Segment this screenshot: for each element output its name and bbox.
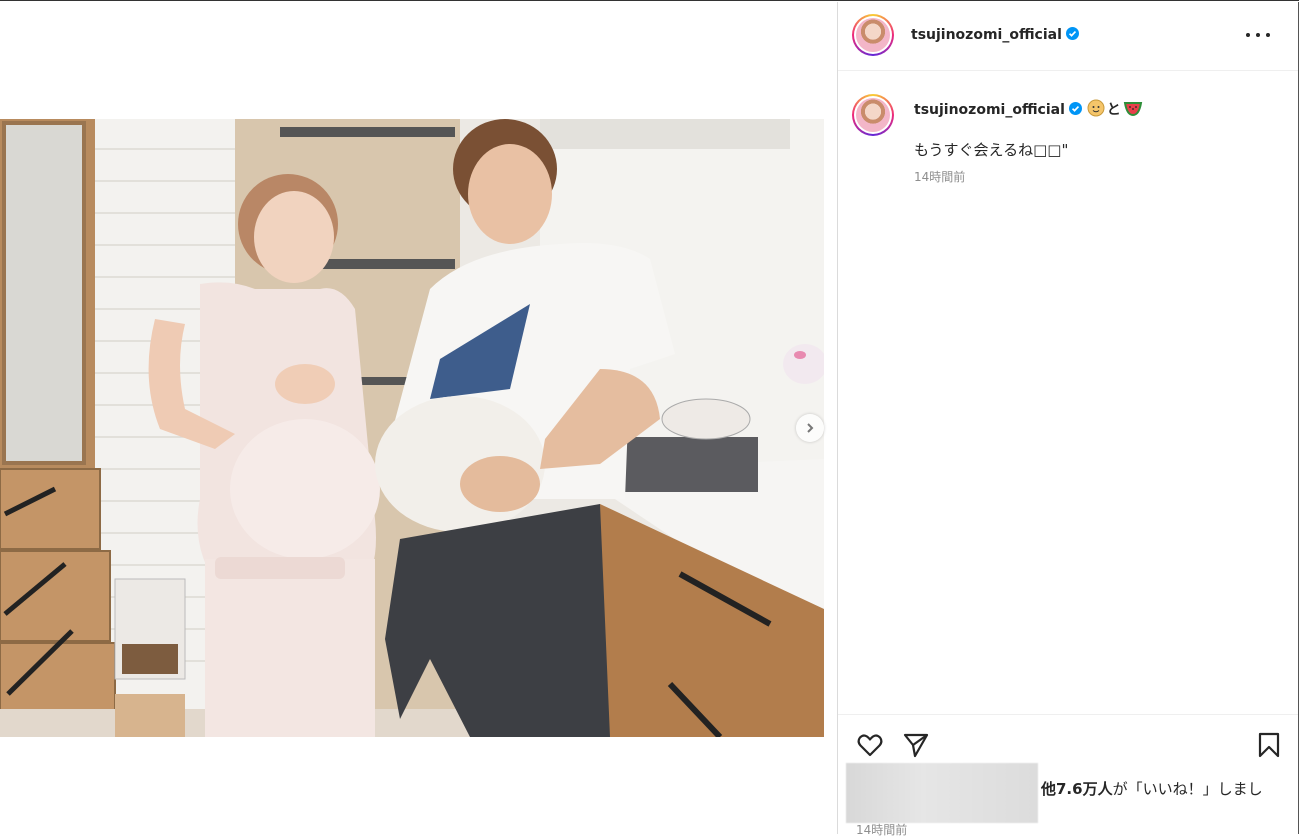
liked-by-avatars[interactable] — [846, 763, 1038, 823]
post-photo-illustration — [0, 119, 824, 737]
caption-connector: と — [1106, 102, 1121, 118]
instagram-post-window: tsujinozomi_official tsujinozomi_officia… — [0, 0, 1299, 837]
more-options-icon — [1246, 33, 1250, 37]
caption-avatar[interactable] — [852, 94, 894, 136]
post-actions-bar: 他7.6万人が「いいね！」しまし 14時間前 — [838, 714, 1298, 837]
chevron-right-icon — [807, 423, 814, 433]
author-username[interactable]: tsujinozomi_official — [911, 27, 1062, 43]
likes-suffix: が「いいね！」しまし — [1112, 780, 1263, 798]
post-side-panel: tsujinozomi_official tsujinozomi_officia… — [837, 2, 1299, 837]
verified-badge-icon — [1068, 102, 1082, 115]
heart-icon[interactable] — [856, 731, 884, 759]
caption-text: もうすぐ会えるね□□" — [914, 141, 1069, 159]
caption-timestamp: 14時間前 — [914, 170, 966, 184]
bookmark-icon[interactable] — [1256, 731, 1282, 759]
next-slide-button[interactable] — [796, 414, 824, 442]
caption-header: tsujinozomi_official と — [914, 99, 1143, 119]
post-header: tsujinozomi_official — [838, 2, 1298, 71]
send-icon[interactable] — [902, 731, 930, 759]
caption-username[interactable]: tsujinozomi_official — [914, 102, 1065, 118]
author-username-link[interactable]: tsujinozomi_official — [911, 27, 1079, 43]
media-area — [0, 2, 836, 834]
likes-summary[interactable]: 他7.6万人が「いいね！」しまし — [1041, 778, 1263, 799]
baby-emoji — [1087, 99, 1105, 117]
likes-count[interactable]: 他7.6万人 — [1041, 780, 1113, 798]
verified-badge-icon — [1065, 27, 1079, 40]
post-timestamp: 14時間前 — [856, 823, 908, 837]
author-avatar[interactable] — [852, 14, 894, 56]
watermelon-emoji — [1123, 102, 1142, 117]
more-options-button[interactable] — [1246, 27, 1270, 43]
post-photo — [0, 119, 824, 737]
